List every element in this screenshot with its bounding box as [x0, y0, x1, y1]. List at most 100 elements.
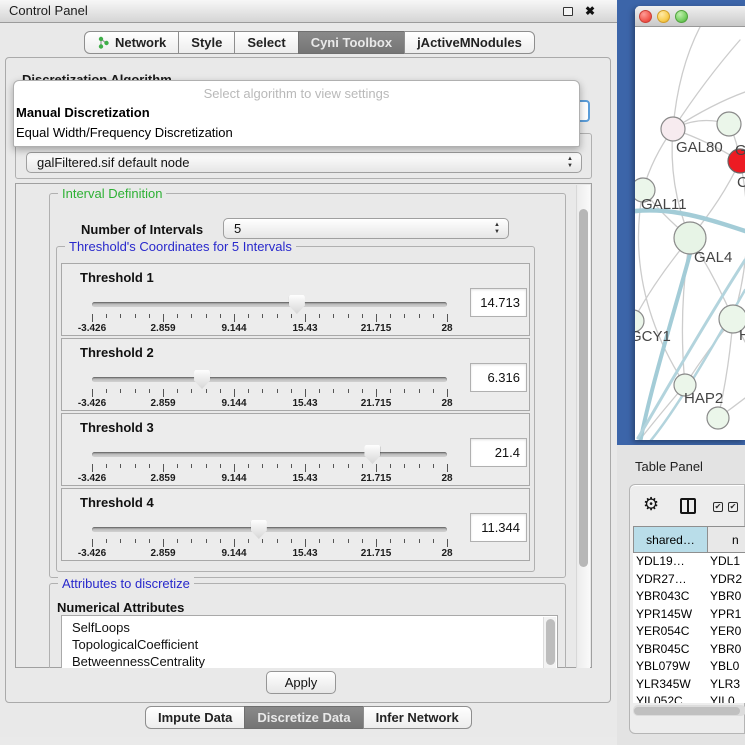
close-traffic-light-icon[interactable] — [639, 10, 652, 23]
tab-infer-network[interactable]: Infer Network — [363, 706, 472, 729]
slider-ticks — [92, 464, 448, 473]
network-graph[interactable]: GAL80GACGAL11GAL4GCY1HHAP2 — [635, 27, 745, 440]
column-header-name[interactable]: n — [708, 526, 745, 553]
tab-impute-data[interactable]: Impute Data — [145, 706, 245, 729]
network-node[interactable] — [707, 407, 729, 429]
horizontal-scrollbar-thumb[interactable] — [634, 707, 740, 715]
tick-label: 15.43 — [273, 323, 337, 334]
tick-label: 15.43 — [273, 473, 337, 484]
threshold-3-value-input[interactable]: 21.4 — [470, 438, 527, 467]
table-panel-inner: ⚙ ✔ ✔ shared… n YDL19…YDL1YDR27…YDR2YBR0… — [629, 484, 745, 734]
gear-icon[interactable]: ⚙ — [643, 494, 659, 515]
network-node[interactable] — [717, 112, 741, 136]
tick-label: 9.144 — [202, 398, 266, 409]
number-of-intervals-combo[interactable]: 5 ▲▼ — [223, 218, 509, 239]
horizontal-scrollbar[interactable] — [633, 705, 745, 716]
table-row[interactable]: YBL079WYBL0 — [633, 658, 745, 676]
bottom-tab-bar: Impute Data Discretize Data Infer Networ… — [145, 706, 472, 729]
network-edge — [673, 27, 700, 129]
tick-label: 15.43 — [273, 398, 337, 409]
combo-stepper-icon: ▲▼ — [494, 222, 500, 236]
tab-network[interactable]: Network — [84, 31, 179, 54]
numerical-attributes-label: Numerical Attributes — [57, 600, 184, 615]
list-scrollbar-thumb[interactable] — [546, 619, 555, 665]
table-panel-title: Table Panel — [635, 459, 703, 474]
tab-discretize-data[interactable]: Discretize Data — [244, 706, 363, 729]
table-row[interactable]: YDL19…YDL1 — [633, 553, 745, 571]
table-row[interactable]: YER054CYER0 — [633, 623, 745, 641]
node-label: C — [737, 174, 745, 191]
menu-item-manual-discretization[interactable]: Manual Discretization — [14, 103, 579, 123]
threshold-2-slider-track[interactable] — [92, 377, 447, 382]
numerical-attributes-list[interactable]: SelfLoopsTopologicalCoefficientBetweenne… — [61, 615, 558, 668]
algorithm-placeholder: Select algorithm to view settings — [14, 81, 579, 103]
table-row[interactable]: YBR045CYBR0 — [633, 641, 745, 659]
slider-tick-labels: -3.4262.8599.14415.4321.71528 — [62, 323, 531, 335]
table-row[interactable]: YLR345WYLR3 — [633, 676, 745, 694]
float-window-icon[interactable] — [563, 7, 573, 16]
tab-jactivemnodules[interactable]: jActiveMNodules — [404, 31, 535, 54]
tick-label: -3.426 — [60, 323, 124, 334]
slider-ticks — [92, 314, 448, 323]
tick-label: 9.144 — [202, 473, 266, 484]
tick-label: 28 — [415, 548, 479, 559]
tick-label: 2.859 — [131, 473, 195, 484]
network-node[interactable] — [661, 117, 685, 141]
tick-label: 2.859 — [131, 398, 195, 409]
threshold-1-value-input[interactable]: 14.713 — [470, 288, 527, 317]
threshold-3-slider-track[interactable] — [92, 452, 447, 457]
threshold-1-slider-thumb[interactable] — [289, 295, 305, 314]
vertical-scrollbar-thumb[interactable] — [579, 209, 588, 567]
tick-label: 2.859 — [131, 323, 195, 334]
tick-label: 9.144 — [202, 323, 266, 334]
node-label: GCY1 — [635, 328, 671, 345]
tab-select[interactable]: Select — [234, 31, 298, 54]
threshold-2-panel: Threshold 2 -3.4262.8599.14415.4321.7152… — [61, 338, 530, 411]
minimize-traffic-light-icon[interactable] — [657, 10, 670, 23]
attribute-item[interactable]: SelfLoops — [62, 619, 557, 636]
threshold-4-slider-track[interactable] — [92, 527, 447, 532]
threshold-4-value-input[interactable]: 11.344 — [470, 513, 527, 542]
table-data-combo[interactable]: galFiltered.sif default node ▲▼ — [26, 152, 582, 173]
threshold-3-slider-thumb[interactable] — [364, 445, 380, 464]
table-rows: YDL19…YDL1YDR27…YDR2YBR043CYBR0YPR145WYP… — [633, 553, 745, 703]
table-row[interactable]: YDR27…YDR2 — [633, 571, 745, 589]
tick-label: 28 — [415, 473, 479, 484]
node-label: HAP2 — [684, 390, 723, 407]
table-row[interactable]: YIL052CYIL0 — [633, 693, 745, 703]
settings-viewport: Interval Definition Number of Intervals … — [17, 185, 577, 668]
tick-label: 28 — [415, 323, 479, 334]
vertical-scrollbar[interactable] — [576, 185, 590, 668]
network-window-titlebar[interactable] — [635, 6, 745, 27]
tick-label: 21.715 — [344, 398, 408, 409]
menu-item-equal-width-frequency[interactable]: Equal Width/Frequency Discretization — [14, 123, 579, 143]
table-row[interactable]: YBR043CYBR0 — [633, 588, 745, 606]
tick-label: 2.859 — [131, 548, 195, 559]
tab-cyni-toolbox[interactable]: Cyni Toolbox — [298, 31, 405, 54]
zoom-traffic-light-icon[interactable] — [675, 10, 688, 23]
threshold-3-panel: Threshold 3 -3.4262.8599.14415.4321.7152… — [61, 413, 530, 486]
table-toolbar: ⚙ ✔ ✔ — [630, 493, 745, 521]
column-header-shared-name[interactable]: shared… — [633, 526, 708, 553]
checkbox-icon[interactable]: ✔ — [713, 502, 723, 512]
tab-label: Network — [115, 35, 166, 50]
tick-label: 21.715 — [344, 548, 408, 559]
threshold-2-slider-thumb[interactable] — [194, 370, 210, 389]
threshold-2-value-input[interactable]: 6.316 — [470, 363, 527, 392]
threshold-1-slider-track[interactable] — [92, 302, 447, 307]
panel-title: Control Panel — [9, 0, 88, 22]
list-scrollbar[interactable] — [543, 617, 556, 668]
attribute-item[interactable]: TopologicalCoefficient — [62, 636, 557, 653]
tick-label: -3.426 — [60, 398, 124, 409]
column-layout-icon[interactable] — [680, 498, 696, 514]
close-icon[interactable]: ✖ — [585, 3, 595, 20]
apply-button[interactable]: Apply — [266, 671, 336, 694]
attribute-item[interactable]: BetweennessCentrality — [62, 653, 557, 668]
tab-style[interactable]: Style — [178, 31, 235, 54]
threshold-4-slider-thumb[interactable] — [251, 520, 267, 539]
algorithm-dropdown-popup: Select algorithm to view settings Manual… — [13, 80, 580, 147]
interval-definition-title: Interval Definition — [58, 186, 166, 201]
tick-label: 15.43 — [273, 548, 337, 559]
table-row[interactable]: YPR145WYPR1 — [633, 606, 745, 624]
checkbox-icon[interactable]: ✔ — [728, 502, 738, 512]
